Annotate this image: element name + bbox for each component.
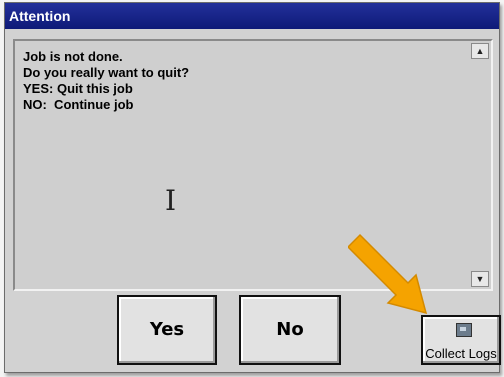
no-button-label: No — [276, 319, 304, 340]
text-cursor-icon: Ι — [165, 184, 177, 217]
yes-button[interactable]: Yes — [117, 295, 217, 365]
message-line: Do you really want to quit? — [23, 65, 190, 80]
scroll-down-arrow-icon[interactable]: ▼ — [471, 271, 489, 287]
attention-dialog: Attention Job is not done. Do you really… — [4, 2, 501, 373]
message-line: YES: Quit this job — [23, 81, 133, 96]
dialog-title: Attention — [9, 8, 71, 24]
yes-button-label: Yes — [149, 319, 185, 340]
orange-arrow-icon — [348, 233, 428, 315]
collect-logs-button[interactable]: Collect Logs — [421, 315, 501, 365]
collect-logs-label: Collect Logs — [425, 346, 497, 361]
no-button[interactable]: No — [239, 295, 341, 365]
scroll-up-arrow-icon[interactable]: ▲ — [471, 43, 489, 59]
logs-image-icon — [456, 323, 472, 337]
message-line: NO: Continue job — [23, 97, 134, 112]
dialog-titlebar: Attention — [5, 3, 499, 29]
message-line: Job is not done. — [23, 49, 123, 64]
vertical-scrollbar[interactable]: ▲ ▼ — [471, 43, 489, 287]
message-text: Job is not done. Do you really want to q… — [23, 49, 189, 113]
